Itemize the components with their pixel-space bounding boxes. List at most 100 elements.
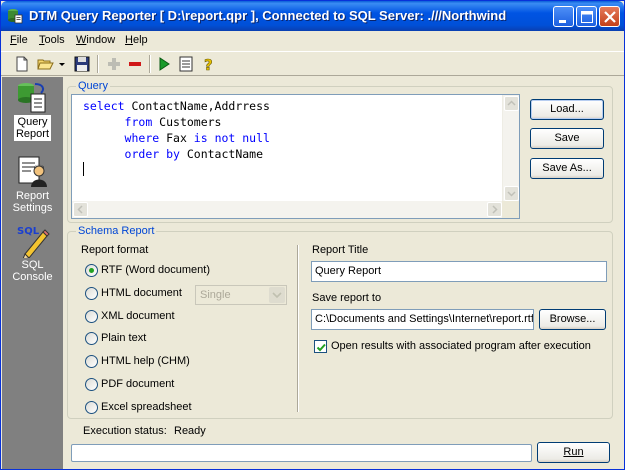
save-button[interactable]	[73, 55, 91, 73]
chevron-right-icon	[492, 205, 498, 214]
execution-progress-bar	[71, 444, 532, 462]
chevron-up-icon	[507, 100, 516, 106]
html-mode-select: Single	[195, 285, 287, 305]
open-button[interactable]	[37, 55, 55, 73]
save-as-button[interactable]: Save As...	[530, 158, 604, 179]
list-icon	[179, 56, 193, 72]
remove-button[interactable]	[126, 55, 144, 73]
open-icon	[37, 59, 54, 70]
vertical-scrollbar[interactable]	[502, 95, 519, 202]
format-option-label: HTML document	[101, 287, 182, 299]
menu-window[interactable]: Window	[76, 34, 115, 46]
nav-report-settings[interactable]: Report Settings	[2, 153, 63, 215]
run-icon	[159, 57, 170, 71]
query-report-icon	[17, 83, 45, 113]
svg-text:SQL: SQL	[17, 226, 40, 237]
scroll-down-button[interactable]	[504, 186, 519, 201]
report-format-label: Report format	[81, 244, 149, 256]
nav-label: Query Report	[13, 115, 52, 141]
menu-bar: File Tools Window Help	[1, 31, 624, 50]
new-icon	[16, 56, 28, 72]
window-title: DTM Query Reporter [ D:\report.qpr ], Co…	[29, 8, 507, 23]
save-icon	[74, 56, 90, 72]
nav-sql-console[interactable]: SQL SQL Console	[2, 224, 63, 284]
checkmark-icon	[316, 343, 326, 352]
save-query-button[interactable]: Save	[530, 128, 604, 149]
format-option-label: XML document	[101, 310, 175, 322]
select-arrow	[269, 287, 285, 303]
save-path-input[interactable]: C:\Documents and Settings\Internet\repor…	[311, 309, 534, 330]
database-app-icon	[8, 9, 23, 24]
toolbar: ?	[1, 51, 624, 76]
scroll-left-button[interactable]	[73, 202, 88, 217]
chevron-down-icon	[59, 63, 65, 66]
menu-tools[interactable]: Tools	[39, 34, 65, 46]
report-settings-icon	[18, 156, 47, 187]
radio-button[interactable]	[85, 401, 98, 414]
close-button[interactable]	[599, 6, 620, 27]
radio-button[interactable]	[85, 264, 98, 277]
load-button[interactable]: Load...	[530, 99, 604, 120]
report-title-input[interactable]: Query Report	[311, 261, 607, 282]
nav-label: SQL Console	[12, 259, 53, 283]
query-code: select ContactName,Addrress from Custome…	[83, 98, 270, 162]
report-title-label: Report Title	[312, 244, 369, 256]
toolbar-separator	[149, 55, 151, 73]
format-option-label: RTF (Word document)	[101, 264, 211, 276]
execution-status-label: Execution status:	[83, 425, 167, 437]
save-to-label: Save report to	[312, 292, 382, 304]
format-option-label: PDF document	[101, 378, 175, 390]
svg-text:?: ?	[204, 56, 213, 73]
chevron-left-icon	[77, 205, 83, 214]
menu-file[interactable]: File	[10, 34, 28, 46]
app-window: DTM Query Reporter [ D:\report.qpr ], Co…	[0, 0, 625, 470]
minimize-button[interactable]	[553, 6, 574, 27]
format-option-label: Plain text	[101, 332, 147, 344]
execution-status-value: Ready	[174, 425, 206, 437]
browse-button[interactable]: Browse...	[539, 309, 606, 330]
horizontal-scrollbar[interactable]	[72, 201, 503, 218]
code-line: select ContactName,Addrress	[83, 99, 270, 113]
add-button[interactable]	[105, 55, 123, 73]
toolbar-separator	[97, 55, 99, 73]
code-line: from Customers	[124, 115, 222, 129]
vertical-divider	[297, 245, 299, 412]
format-option-label: HTML help (CHM)	[101, 355, 190, 367]
sql-console-icon: SQL	[17, 226, 50, 258]
maximize-icon	[581, 11, 593, 23]
title-bar[interactable]: DTM Query Reporter [ D:\report.qpr ], Co…	[1, 1, 624, 31]
scroll-right-button[interactable]	[487, 202, 502, 217]
close-icon	[604, 11, 616, 23]
list-button[interactable]	[177, 55, 195, 73]
run-report-button[interactable]: Run	[537, 442, 610, 463]
nav-label: Report Settings	[12, 190, 53, 214]
remove-icon	[129, 62, 141, 66]
radio-button[interactable]	[85, 332, 98, 345]
format-option-label: Excel spreadsheet	[101, 401, 192, 413]
text-caret	[83, 162, 84, 176]
help-icon: ?	[204, 56, 213, 73]
open-results-label: Open results with associated program aft…	[331, 340, 591, 352]
scroll-corner	[502, 201, 519, 218]
nav-query-report[interactable]: Query Report	[2, 79, 63, 141]
menu-help[interactable]: Help	[125, 34, 148, 46]
minimize-icon	[559, 20, 566, 23]
run-button[interactable]	[155, 55, 173, 73]
add-icon	[108, 58, 120, 70]
maximize-button[interactable]	[576, 6, 597, 27]
open-results-checkbox[interactable]	[314, 340, 327, 353]
radio-button[interactable]	[85, 355, 98, 368]
html-mode-value: Single	[200, 289, 231, 301]
scroll-up-button[interactable]	[504, 96, 519, 111]
open-dropdown-button[interactable]	[57, 55, 67, 73]
radio-button[interactable]	[85, 378, 98, 391]
query-group-title: Query	[76, 80, 110, 92]
help-button[interactable]: ?	[200, 55, 218, 73]
radio-button[interactable]	[85, 310, 98, 323]
chevron-down-icon	[507, 191, 516, 197]
code-line: order by ContactName	[124, 147, 264, 161]
new-button[interactable]	[13, 55, 31, 73]
code-line: where Fax is not null	[124, 131, 270, 145]
query-editor[interactable]: select ContactName,Addrress from Custome…	[71, 94, 520, 219]
radio-button[interactable]	[85, 287, 98, 300]
